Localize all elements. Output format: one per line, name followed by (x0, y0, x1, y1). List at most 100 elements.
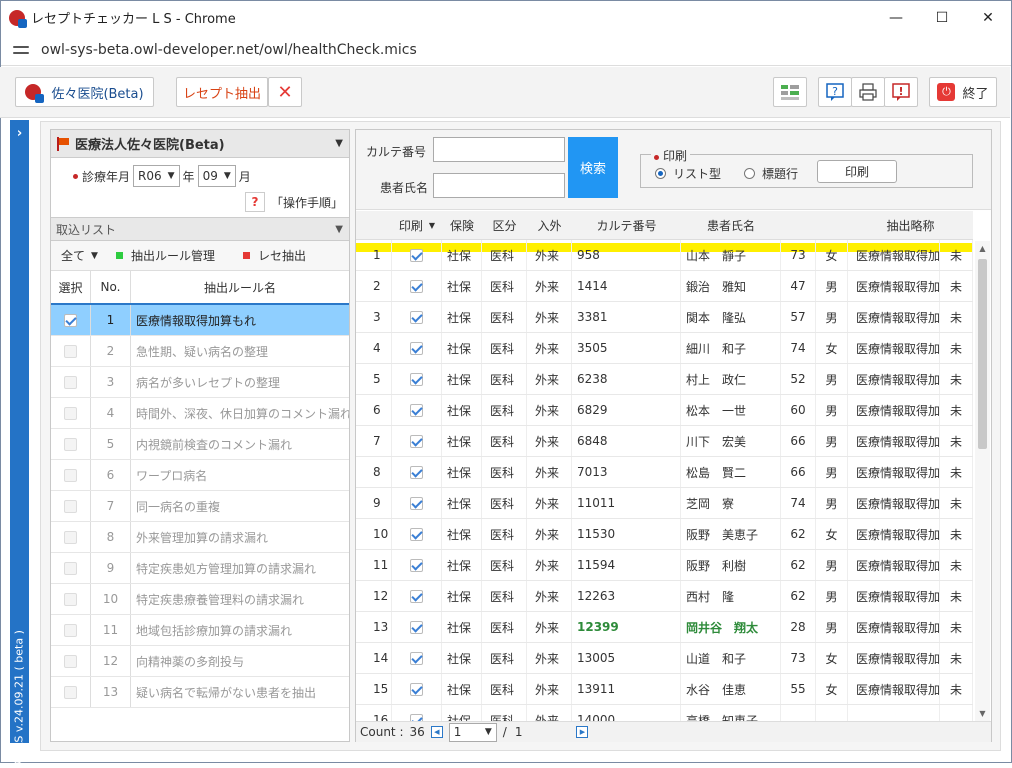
print-checkbox-cell[interactable] (392, 333, 442, 363)
grid-row[interactable]: 13 社保 医科 外来 12399 岡井谷 翔太 28 男医療情報取得加未 (356, 612, 973, 643)
address-bar[interactable]: owl-sys-beta.owl-developer.net/owl/healt… (1, 34, 1011, 66)
rule-checkbox-cell[interactable] (51, 398, 91, 428)
radio-title-row[interactable]: 標題行 (744, 165, 798, 182)
grid-row[interactable]: 3 社保 医科 外来 3381 関本 隆弘 57 男医療情報取得加未 (356, 302, 973, 333)
grid-row[interactable]: 7 社保 医科 外来 6848 川下 宏美 66 男医療情報取得加未 (356, 426, 973, 457)
checkbox-icon[interactable] (410, 465, 423, 479)
grid-row[interactable]: 12 社保 医科 外来 12263 西村 隆 62 男医療情報取得加未 (356, 581, 973, 612)
chart-no-input[interactable] (433, 137, 565, 162)
era-year-select[interactable]: R06 ▼ (133, 165, 180, 187)
print-checkbox-cell[interactable] (392, 519, 442, 549)
chevron-down-icon[interactable]: ▼ (91, 251, 98, 261)
col-print[interactable]: 印刷 ▼ (392, 211, 442, 239)
rule-checkbox-cell[interactable] (51, 460, 91, 490)
chevron-down-icon[interactable]: ▼ (335, 224, 343, 235)
rule-checkbox-cell[interactable] (51, 305, 91, 335)
checkbox-icon[interactable] (64, 592, 77, 606)
grid-row[interactable]: 14 社保 医科 外来 13005 山道 和子 73 女医療情報取得加未 (356, 643, 973, 674)
print-checkbox-cell[interactable] (392, 612, 442, 642)
checkbox-icon[interactable] (410, 279, 423, 293)
print-checkbox-cell[interactable] (392, 643, 442, 673)
rule-row[interactable]: 11 地域包括診療加算の請求漏れ (51, 615, 349, 646)
checkbox-icon[interactable] (64, 561, 77, 575)
checkbox-icon[interactable] (64, 437, 77, 451)
operation-guide-row[interactable]: ? 「操作手順」 (51, 190, 349, 214)
grid-row[interactable]: 15 社保 医科 外来 13911 水谷 佳恵 55 女医療情報取得加未 (356, 674, 973, 705)
checkbox-icon[interactable] (410, 248, 423, 262)
operation-guide-link[interactable]: 「操作手順」 (271, 194, 343, 211)
checkbox-icon[interactable] (410, 434, 423, 448)
rule-checkbox-cell[interactable] (51, 677, 91, 707)
rule-checkbox-cell[interactable] (51, 429, 91, 459)
grid-row[interactable]: 9 社保 医科 外来 11011 芝岡 寮 74 男医療情報取得加未 (356, 488, 973, 519)
print-checkbox-cell[interactable] (392, 426, 442, 456)
month-select[interactable]: 09 ▼ (197, 165, 236, 187)
checkbox-icon[interactable] (410, 310, 423, 324)
rule-row[interactable]: 2 急性期、疑い病名の整理 (51, 336, 349, 367)
print-checkbox-cell[interactable] (392, 705, 442, 721)
checkbox-icon[interactable] (410, 372, 423, 386)
minimize-button[interactable]: — (873, 1, 919, 34)
rule-row[interactable]: 3 病名が多いレセプトの整理 (51, 367, 349, 398)
rule-row[interactable]: 13 疑い病名で転帰がない患者を抽出 (51, 677, 349, 708)
checkbox-icon[interactable] (410, 558, 423, 572)
rule-checkbox-cell[interactable] (51, 367, 91, 397)
cancel-extract-button[interactable]: ✕ (268, 77, 302, 107)
checkbox-icon[interactable] (64, 375, 77, 389)
rule-checkbox-cell[interactable] (51, 646, 91, 676)
checkbox-icon[interactable] (64, 406, 77, 420)
grid-row[interactable]: 10 社保 医科 外来 11530 阪野 美恵子 62 女医療情報取得加未 (356, 519, 973, 550)
print-button[interactable]: 印刷 (817, 160, 897, 183)
grid-row[interactable]: 5 社保 医科 外来 6238 村上 政仁 52 男医療情報取得加未 (356, 364, 973, 395)
checkbox-icon[interactable] (410, 527, 423, 541)
rule-checkbox-cell[interactable] (51, 491, 91, 521)
rule-checkbox-cell[interactable] (51, 615, 91, 645)
checkbox-icon[interactable] (410, 620, 423, 634)
site-settings-icon[interactable] (13, 43, 29, 57)
patient-name-input[interactable] (433, 173, 565, 198)
help-button[interactable]: ? (818, 77, 852, 107)
rule-row[interactable]: 1 医療情報取得加算もれ (51, 305, 349, 336)
clinic-header[interactable]: 医療法人佐々医院(Beta) ▼ (51, 130, 349, 158)
print-checkbox-cell[interactable] (392, 395, 442, 425)
layout-toggle-button[interactable] (773, 77, 807, 107)
print-checkbox-cell[interactable] (392, 457, 442, 487)
checkbox-icon[interactable] (410, 496, 423, 510)
side-drawer-strip[interactable]: › RC-LS v.24.09.21 ( beta ) (10, 120, 29, 768)
vertical-scrollbar[interactable]: ▲ ▼ (975, 241, 990, 721)
rule-row[interactable]: 7 同一病名の重複 (51, 491, 349, 522)
radio-list-type[interactable]: リスト型 (655, 165, 721, 182)
rule-row[interactable]: 12 向精神薬の多剤投与 (51, 646, 349, 677)
prev-page-icon[interactable]: ◀ (430, 726, 443, 738)
rule-checkbox-cell[interactable] (51, 336, 91, 366)
checkbox-icon[interactable] (64, 654, 77, 668)
grid-row[interactable]: 2 社保 医科 外来 1414 鍛治 雅知 47 男医療情報取得加未 (356, 271, 973, 302)
checkbox-icon[interactable] (410, 341, 423, 355)
checkbox-icon[interactable] (64, 468, 77, 482)
print-checkbox-cell[interactable] (392, 240, 442, 270)
checkbox-icon[interactable] (410, 713, 423, 721)
rule-checkbox-cell[interactable] (51, 553, 91, 583)
grid-row[interactable]: 4 社保 医科 外来 3505 細川 和子 74 女医療情報取得加未 (356, 333, 973, 364)
print-checkbox-cell[interactable] (392, 302, 442, 332)
checkbox-icon[interactable] (64, 623, 77, 637)
import-list-header[interactable]: 取込リスト ▼ (51, 217, 349, 241)
checkbox-icon[interactable] (64, 344, 77, 358)
rule-row[interactable]: 10 特定疾患療養管理料の請求漏れ (51, 584, 349, 615)
next-page-icon[interactable]: ▶ (576, 726, 589, 738)
checkbox-icon[interactable] (410, 651, 423, 665)
grid-row[interactable]: 16 社保 医科 外来 14000 高橋 知恵子 (356, 705, 973, 721)
question-icon[interactable]: ? (244, 192, 265, 212)
grid-row[interactable]: 8 社保 医科 外来 7013 松島 賢二 66 男医療情報取得加未 (356, 457, 973, 488)
maximize-button[interactable]: ☐ (919, 1, 965, 34)
grid-row[interactable]: 11 社保 医科 外来 11594 阪野 利樹 62 男医療情報取得加未 (356, 550, 973, 581)
page-select[interactable]: 1 ▼ (448, 722, 497, 742)
receipt-extract-button[interactable]: レセプト抽出 (176, 77, 268, 107)
scroll-down-icon[interactable]: ▼ (975, 709, 990, 718)
checkbox-icon[interactable] (410, 682, 423, 696)
clinic-button[interactable]: 佐々医院(Beta) (15, 77, 154, 107)
print-checkbox-cell[interactable] (392, 271, 442, 301)
print-preview-button[interactable] (851, 77, 885, 107)
notice-button[interactable]: ! (884, 77, 918, 107)
print-checkbox-cell[interactable] (392, 488, 442, 518)
